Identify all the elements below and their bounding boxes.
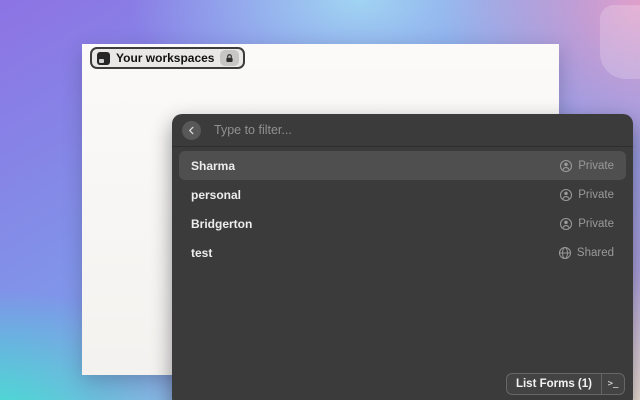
footer-action-group: List Forms (1) >_: [505, 373, 625, 395]
visibility-label: Private: [578, 188, 614, 201]
workspace-palette: Sharma Private personal: [172, 114, 633, 400]
palette-footer: List Forms (1) >_: [172, 373, 633, 400]
workspace-row[interactable]: Sharma Private: [179, 151, 626, 180]
visibility-badge: Private: [559, 188, 614, 202]
workspace-switcher-button[interactable]: Your workspaces: [90, 47, 246, 69]
workspace-list: Sharma Private personal Private Bridgert…: [172, 147, 633, 373]
workspace-name: Sharma: [191, 158, 236, 173]
list-forms-button[interactable]: List Forms (1): [507, 374, 601, 394]
visibility-label: Private: [578, 159, 614, 172]
user-circle-icon: [560, 188, 573, 201]
lock-icon: [220, 50, 240, 66]
filter-input[interactable]: [214, 123, 623, 137]
visibility-label: Private: [578, 217, 614, 230]
workspace-pill-label: Your workspaces: [116, 51, 215, 65]
workspace-name: personal: [191, 187, 242, 202]
visibility-badge: Private: [559, 217, 614, 231]
user-circle-icon: [560, 159, 573, 172]
workspace-row[interactable]: test Shared: [179, 238, 626, 267]
app-window: Your workspaces Sharma: [82, 44, 633, 400]
workspace-row[interactable]: Bridgerton Private: [179, 209, 626, 238]
workspace-name: test: [191, 245, 213, 260]
chevron-left-icon: [189, 126, 194, 134]
filter-row: [172, 114, 633, 147]
workspace-row[interactable]: personal Private: [179, 180, 626, 209]
decorative-corner-shape: [600, 5, 640, 79]
workspace-name: Bridgerton: [191, 216, 253, 231]
user-circle-icon: [560, 217, 573, 230]
visibility-badge: Shared: [558, 246, 614, 260]
visibility-label: Shared: [576, 246, 614, 259]
app-logo-icon: [97, 51, 110, 65]
desktop-background: { "window": { "workspace_pill": { "label…: [0, 0, 640, 400]
globe-icon: [558, 246, 571, 259]
back-button[interactable]: [182, 120, 201, 140]
visibility-badge: Private: [559, 159, 614, 173]
terminal-icon[interactable]: >_: [602, 374, 624, 394]
